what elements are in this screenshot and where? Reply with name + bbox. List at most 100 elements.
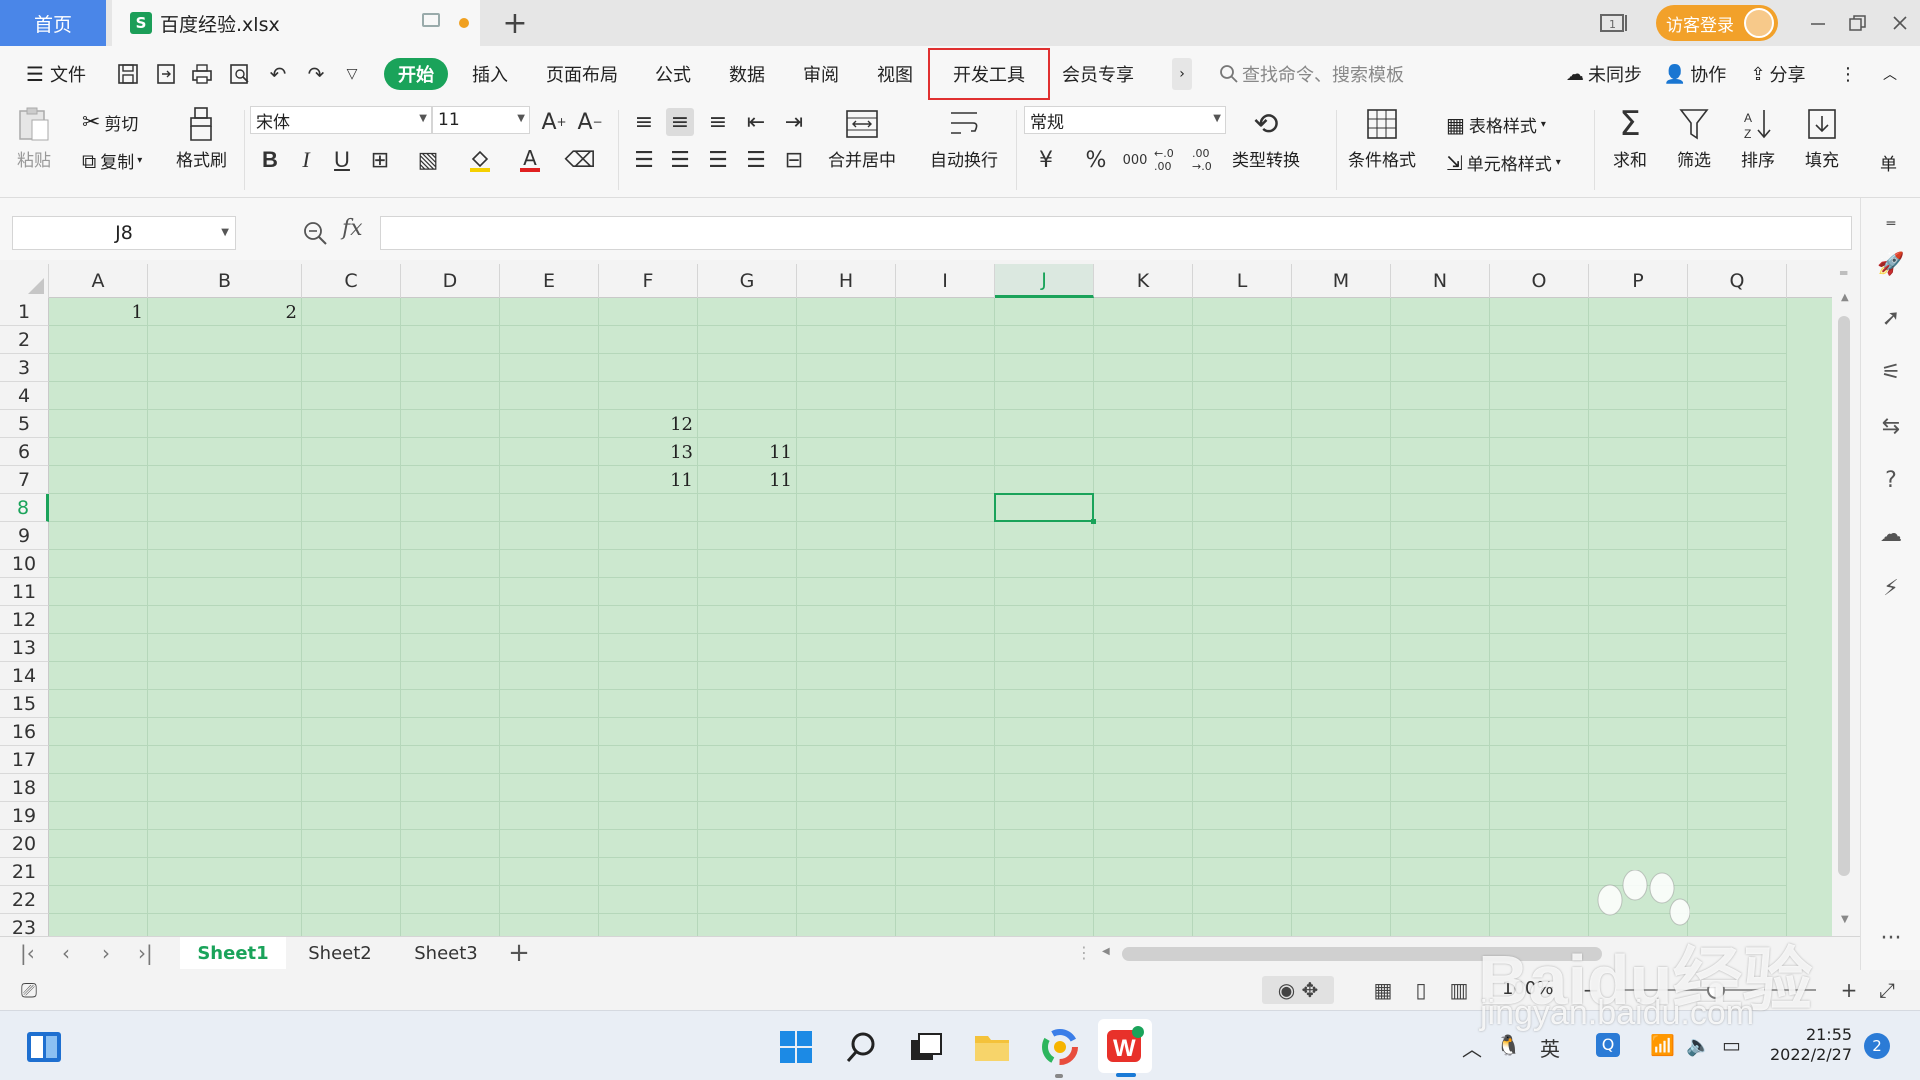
cursor-select-icon[interactable]: ➚ xyxy=(1875,302,1907,334)
file-tab[interactable]: S 百度经验.xlsx xyxy=(112,0,480,46)
cell-g7[interactable]: 11 xyxy=(698,466,797,494)
paste-button[interactable]: 粘贴 xyxy=(16,106,52,171)
column-header[interactable]: L xyxy=(1193,264,1292,298)
row-header[interactable]: 5 xyxy=(0,410,49,438)
browser-icon[interactable] xyxy=(1040,1027,1080,1067)
row-header[interactable]: 4 xyxy=(0,382,49,410)
font-size-select[interactable]: 11 ▼ xyxy=(432,106,530,134)
row-header[interactable]: 16 xyxy=(0,718,49,746)
column-header[interactable]: F xyxy=(599,264,698,298)
row-header[interactable]: 14 xyxy=(0,662,49,690)
home-tab[interactable]: 首页 xyxy=(0,0,106,46)
prev-sheet-icon[interactable]: ‹ xyxy=(62,941,70,965)
merge-center-button[interactable]: 合并居中 xyxy=(828,106,896,171)
more-dots-icon[interactable]: ··· xyxy=(1875,922,1907,954)
borders-icon[interactable]: ⊞ xyxy=(366,146,394,174)
browser-tray-icon[interactable]: Q xyxy=(1596,1033,1620,1057)
number-format-select[interactable]: 常规 ▼ xyxy=(1024,106,1226,134)
wps-office-icon[interactable]: W xyxy=(1098,1019,1152,1073)
column-header[interactable]: C xyxy=(302,264,401,298)
sheet-tab-sheet2[interactable]: Sheet2 xyxy=(290,937,390,969)
tab-start[interactable]: 开始 xyxy=(384,58,448,90)
horizontal-scroll-thumb[interactable] xyxy=(1122,947,1602,961)
redo-icon[interactable]: ↷ xyxy=(304,62,328,86)
format-painter-button[interactable]: 格式刷 xyxy=(176,106,227,171)
column-header[interactable]: H xyxy=(797,264,896,298)
row-header[interactable]: 21 xyxy=(0,858,49,886)
row-header[interactable]: 8 xyxy=(0,494,49,522)
clock[interactable]: 21:55 2022/2/27 xyxy=(1770,1025,1852,1065)
scroll-left-arrow-icon[interactable]: ◀ xyxy=(1102,946,1110,957)
start-windows-icon[interactable] xyxy=(776,1027,816,1067)
decrease-decimal-button[interactable]: .00 →.0 xyxy=(1192,146,1228,174)
column-header[interactable]: I xyxy=(896,264,995,298)
vertical-scrollbar[interactable]: ═ ▲ ▼ xyxy=(1832,264,1860,936)
layout-toggle-icon[interactable]: 1 xyxy=(1598,8,1632,38)
backup-cloud-icon[interactable]: ☁ xyxy=(1875,518,1907,550)
row-header[interactable]: 1 xyxy=(0,298,49,326)
zoom-formula-icon[interactable] xyxy=(302,220,328,252)
add-sheet-button[interactable]: + xyxy=(502,937,536,969)
speaker-icon[interactable]: 🔈 xyxy=(1686,1033,1711,1057)
align-top-icon[interactable]: ≡ xyxy=(630,108,658,136)
file-menu[interactable]: ☰ 文件 xyxy=(18,58,94,90)
row-header[interactable]: 13 xyxy=(0,634,49,662)
collapse-ribbon-icon[interactable]: ︿ xyxy=(1880,58,1900,90)
conditional-format-button[interactable]: 条件格式 xyxy=(1348,106,1416,171)
save-icon[interactable] xyxy=(116,62,140,86)
fill-color-icon[interactable] xyxy=(466,146,494,174)
row-header[interactable]: 23 xyxy=(0,914,49,936)
table-style-button[interactable]: ▦ 表格样式 ▾ xyxy=(1446,112,1546,138)
increase-decimal-button[interactable]: ←.0 .00 xyxy=(1154,146,1190,174)
new-tab-button[interactable]: + xyxy=(498,4,532,42)
tab-insert[interactable]: 插入 xyxy=(464,58,516,90)
print-preview-icon[interactable] xyxy=(228,62,252,86)
column-header[interactable]: M xyxy=(1292,264,1391,298)
select-all-corner[interactable] xyxy=(0,264,49,298)
share-button[interactable]: ⇪ 分享 xyxy=(1744,58,1812,90)
transform-icon[interactable]: ⇆ xyxy=(1875,410,1907,442)
command-search[interactable]: 查找命令、搜索模板 xyxy=(1218,58,1404,90)
column-header[interactable]: G xyxy=(698,264,797,298)
row-header[interactable]: 17 xyxy=(0,746,49,774)
search-icon[interactable] xyxy=(842,1027,882,1067)
restore-icon[interactable] xyxy=(1846,8,1870,38)
fullscreen-icon[interactable]: ⤢ xyxy=(1872,976,1902,1004)
insert-function-button[interactable]: fx xyxy=(342,216,363,241)
row-header[interactable]: 19 xyxy=(0,802,49,830)
percent-button[interactable]: % xyxy=(1082,146,1110,174)
export-icon[interactable] xyxy=(154,62,178,86)
row-header[interactable]: 15 xyxy=(0,690,49,718)
align-bottom-icon[interactable]: ≡ xyxy=(704,108,732,136)
cell-f7[interactable]: 11 xyxy=(599,466,698,494)
row-header[interactable]: 2 xyxy=(0,326,49,354)
eye-protection-icon[interactable]: ◉ ✥ xyxy=(1262,976,1334,1004)
page-layout-view-icon[interactable]: ▯ xyxy=(1406,976,1436,1004)
column-header[interactable]: E xyxy=(500,264,599,298)
cell-g6[interactable]: 11 xyxy=(698,438,797,466)
column-header[interactable]: B xyxy=(148,264,302,298)
tab-view[interactable]: 视图 xyxy=(872,58,918,90)
row-header[interactable]: 22 xyxy=(0,886,49,914)
copy-button[interactable]: ⧉ 复制 ▾ xyxy=(82,148,142,174)
next-sheet-icon[interactable]: › xyxy=(102,941,110,965)
sort-button[interactable]: AZ 排序 xyxy=(1740,106,1776,171)
guest-login-button[interactable]: 访客登录 xyxy=(1656,5,1778,41)
macro-record-icon[interactable]: ⎚ xyxy=(14,976,44,1004)
fill-pattern-icon[interactable]: ▧ xyxy=(414,146,442,174)
last-sheet-icon[interactable]: ›| xyxy=(138,941,153,965)
italic-button[interactable]: I xyxy=(292,146,320,174)
column-header[interactable]: Q xyxy=(1688,264,1787,298)
font-name-select[interactable]: 宋体 ▼ xyxy=(250,106,432,134)
sync-status[interactable]: ☁ 未同步 xyxy=(1560,58,1648,90)
page-break-view-icon[interactable]: ▥ xyxy=(1444,976,1474,1004)
underline-button[interactable]: U xyxy=(328,146,356,174)
ime-indicator[interactable]: 英 xyxy=(1540,1033,1560,1062)
minimize-icon[interactable] xyxy=(1808,8,1828,38)
sum-button[interactable]: Σ 求和 xyxy=(1612,104,1648,171)
row-header[interactable]: 6 xyxy=(0,438,49,466)
zoom-in-icon[interactable]: + xyxy=(1834,976,1864,1004)
thousands-button[interactable]: 000 xyxy=(1118,146,1152,174)
type-convert-button[interactable]: ⟲ 类型转换 xyxy=(1232,106,1300,172)
align-center-icon[interactable]: ☰ xyxy=(666,146,694,174)
